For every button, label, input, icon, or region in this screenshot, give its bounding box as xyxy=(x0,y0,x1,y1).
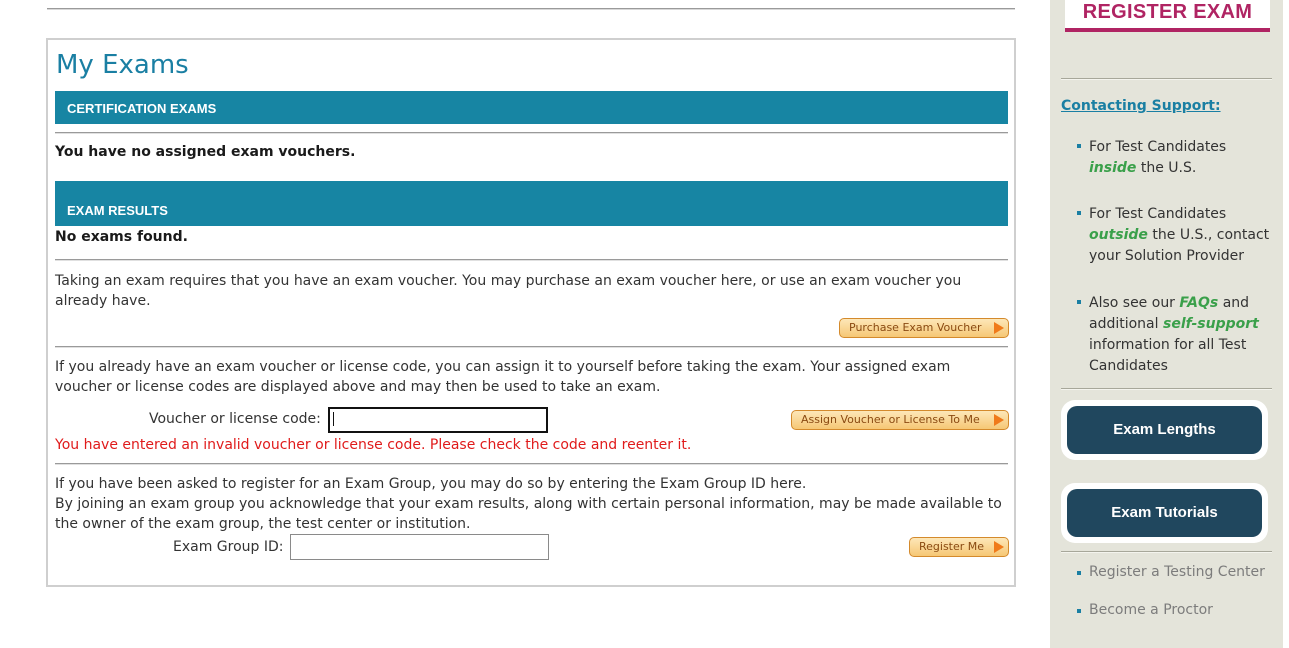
exam-lengths-label: Exam Lengths xyxy=(1067,406,1262,454)
page-title: My Exams xyxy=(56,50,189,80)
support-item-text: For Test Candidates xyxy=(1089,206,1227,222)
my-exams-panel: My Exams CERTIFICATION EXAMS You have no… xyxy=(46,38,1016,587)
certification-exams-header: CERTIFICATION EXAMS xyxy=(55,91,1008,124)
support-item-inside: For Test Candidates inside the U.S. xyxy=(1077,137,1274,179)
support-item-text: For Test Candidates xyxy=(1089,139,1227,155)
arrow-right-icon xyxy=(994,322,1004,334)
register-me-button[interactable]: Register Me xyxy=(909,537,1009,557)
support-item-outside: For Test Candidates outside the U.S., co… xyxy=(1077,204,1274,267)
purchase-exam-voucher-label: Purchase Exam Voucher xyxy=(849,321,982,334)
exam-results-label: EXAM RESULTS xyxy=(67,203,168,218)
invalid-code-error: You have entered an invalid voucher or l… xyxy=(55,437,692,453)
assign-voucher-button[interactable]: Assign Voucher or License To Me xyxy=(791,410,1009,430)
no-exams-message: No exams found. xyxy=(55,229,188,245)
bullet-icon xyxy=(1077,211,1081,215)
voucher-code-label: Voucher or license code: xyxy=(149,411,321,427)
text-caret xyxy=(333,412,334,426)
self-support-link[interactable]: self-support xyxy=(1163,316,1259,332)
sidebar: REGISTER EXAM Contacting Support: For Te… xyxy=(1050,0,1283,648)
assign-info-text: If you already have an exam voucher or l… xyxy=(55,359,951,395)
register-exam-label: REGISTER EXAM xyxy=(1082,1,1253,23)
bullet-icon xyxy=(1077,609,1081,613)
register-exam-banner[interactable]: REGISTER EXAM xyxy=(1065,0,1270,32)
exam-tutorials-button[interactable]: Exam Tutorials xyxy=(1061,483,1268,543)
arrow-right-icon xyxy=(994,541,1004,553)
register-testing-center-link[interactable]: Register a Testing Center xyxy=(1077,564,1265,580)
top-divider xyxy=(47,8,1015,10)
sidebar-divider xyxy=(1061,388,1272,390)
become-proctor-label: Become a Proctor xyxy=(1089,602,1213,618)
divider xyxy=(55,132,1008,134)
support-item-text: the U.S. xyxy=(1140,160,1197,176)
purchase-info-text: Taking an exam requires that you have an… xyxy=(55,273,962,309)
exam-results-header: EXAM RESULTS xyxy=(55,181,1008,226)
exam-group-text-2: By joining an exam group you acknowledge… xyxy=(55,496,1002,532)
sidebar-divider xyxy=(1061,78,1272,80)
exam-lengths-button[interactable]: Exam Lengths xyxy=(1061,400,1268,460)
inside-link[interactable]: inside xyxy=(1089,160,1136,176)
no-vouchers-message: You have no assigned exam vouchers. xyxy=(55,144,356,160)
register-testing-center-label: Register a Testing Center xyxy=(1089,564,1265,580)
arrow-right-icon xyxy=(994,414,1004,426)
outside-link[interactable]: outside xyxy=(1089,227,1148,243)
purchase-exam-voucher-button[interactable]: Purchase Exam Voucher xyxy=(839,318,1009,338)
certification-exams-label: CERTIFICATION EXAMS xyxy=(67,101,217,116)
divider xyxy=(55,259,1008,261)
bullet-icon xyxy=(1077,300,1081,304)
divider xyxy=(55,463,1008,465)
register-me-label: Register Me xyxy=(919,540,985,553)
bullet-icon xyxy=(1077,144,1081,148)
divider xyxy=(55,346,1008,348)
exam-group-id-label: Exam Group ID: xyxy=(173,539,284,555)
exam-tutorials-label: Exam Tutorials xyxy=(1067,489,1262,537)
sidebar-divider xyxy=(1061,551,1272,553)
exam-group-id-input[interactable] xyxy=(290,534,549,560)
become-proctor-link[interactable]: Become a Proctor xyxy=(1077,602,1213,618)
support-item-text: information for all Test Candidates xyxy=(1089,337,1247,374)
voucher-code-input[interactable] xyxy=(328,407,548,433)
faqs-link[interactable]: FAQs xyxy=(1179,295,1218,311)
contacting-support-link[interactable]: Contacting Support: xyxy=(1061,98,1221,114)
exam-group-text-1: If you have been asked to register for a… xyxy=(55,476,807,492)
bullet-icon xyxy=(1077,571,1081,575)
assign-voucher-label: Assign Voucher or License To Me xyxy=(801,413,980,426)
support-item-faqs: Also see our FAQs and additional self-su… xyxy=(1077,293,1274,377)
support-item-text: Also see our xyxy=(1089,295,1175,311)
